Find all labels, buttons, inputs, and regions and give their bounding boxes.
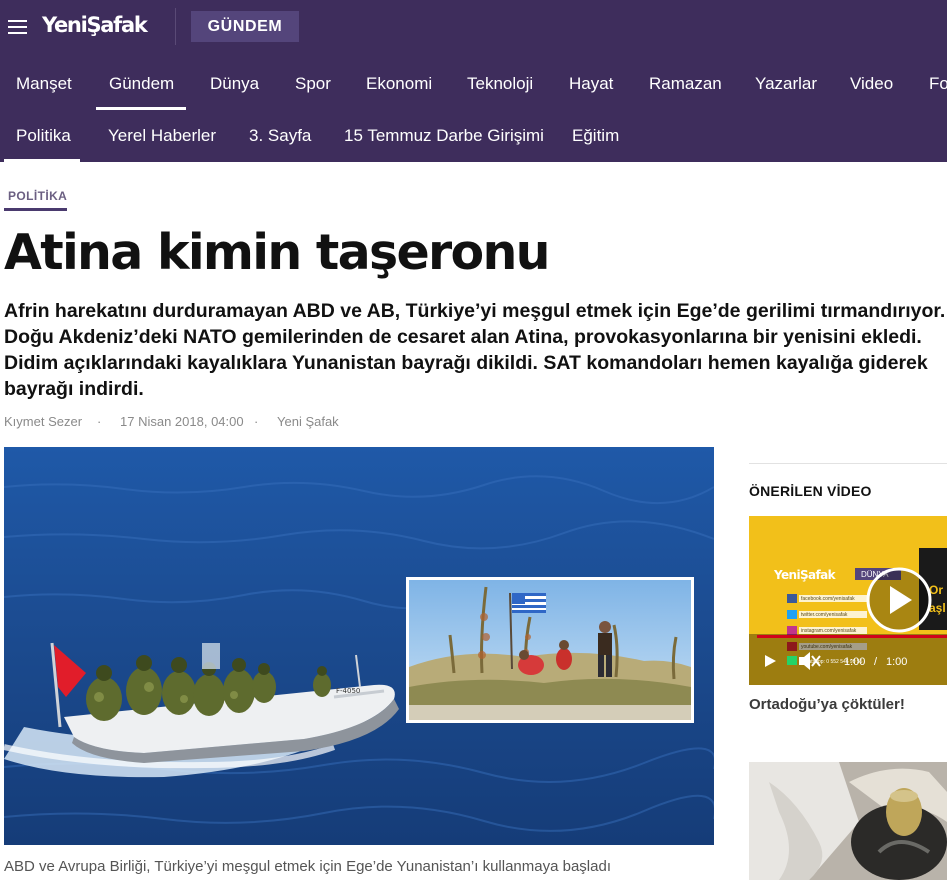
meta-separator: · — [254, 414, 259, 429]
subnav-item-15-temmuz[interactable]: 15 Temmuz Darbe Girişimi — [344, 111, 544, 161]
thumbnail-photo — [749, 762, 947, 880]
video-side-text-2: aşl — [929, 601, 946, 615]
nav-item-gundem[interactable]: Gündem — [109, 59, 174, 109]
video-thumbnail: YeniŞafak DÜNYA Or aşl facebook.com/yeni… — [749, 516, 947, 685]
play-icon[interactable] — [866, 567, 932, 633]
nav-item-teknoloji[interactable]: Teknoloji — [467, 59, 533, 109]
recommended-video-player[interactable]: YeniŞafak DÜNYA Or aşl facebook.com/yeni… — [749, 516, 947, 685]
video-time-current: 1:00 — [844, 656, 865, 668]
video-time-total: 1:00 — [886, 656, 907, 668]
article-summary: Afrin harekatını durduramayan ABD ve AB,… — [4, 300, 946, 400]
recommended-video-title[interactable]: Ortadoğu’ya çöktüler! — [749, 696, 905, 713]
boat-number: F-4050 — [336, 687, 360, 695]
video-logo: YeniŞafak — [773, 568, 837, 582]
article-source: Yeni Şafak — [277, 414, 339, 429]
nav-item-manset[interactable]: Manşet — [16, 59, 72, 109]
sidebar-heading: ÖNERİLEN VİDEO — [749, 483, 872, 499]
nav-item-foto[interactable]: Fo — [929, 59, 947, 109]
nav-item-dunya[interactable]: Dünya — [210, 59, 259, 109]
category-underline — [4, 208, 67, 211]
hamburger-menu-icon[interactable] — [8, 18, 28, 36]
article-hero-image: F-4050 — [4, 447, 714, 845]
section-badge[interactable]: GÜNDEM — [191, 11, 299, 42]
site-logo[interactable]: YeniŞafak — [42, 13, 148, 37]
nav-item-ramazan[interactable]: Ramazan — [649, 59, 722, 109]
video-side-text-1: Or — [929, 583, 943, 597]
site-header: YeniŞafak GÜNDEM Manşet Gündem Dünya Spo… — [0, 0, 947, 162]
sidebar-divider — [749, 463, 947, 464]
subnav-item-yerel-haberler[interactable]: Yerel Haberler — [108, 111, 216, 161]
active-nav-indicator — [96, 107, 186, 110]
header-divider — [175, 8, 176, 45]
video-progress-bar[interactable] — [757, 635, 947, 638]
inset-photo — [406, 577, 694, 723]
article-category[interactable]: POLİTİKA — [8, 189, 67, 203]
recommended-item-thumbnail[interactable] — [749, 762, 947, 880]
subnav-item-politika[interactable]: Politika — [16, 111, 71, 161]
image-caption: ABD ve Avrupa Birliği, Türkiye’yi meşgul… — [4, 858, 611, 875]
video-social-line: instagram.com/yenisafak — [801, 628, 857, 634]
nav-item-spor[interactable]: Spor — [295, 59, 331, 109]
article-author[interactable]: Kıymet Sezer — [4, 414, 82, 429]
nav-item-hayat[interactable]: Hayat — [569, 59, 613, 109]
active-subnav-indicator — [4, 159, 80, 162]
nav-item-yazarlar[interactable]: Yazarlar — [755, 59, 817, 109]
subnav-item-egitim[interactable]: Eğitim — [572, 111, 619, 161]
video-social-line: facebook.com/yenisafak — [801, 596, 855, 602]
meta-separator: · — [97, 414, 102, 429]
video-social-line: twitter.com/yenisafak — [801, 612, 848, 618]
subnav-item-3-sayfa[interactable]: 3. Sayfa — [249, 111, 311, 161]
article-date: 17 Nisan 2018, 04:00 — [120, 414, 244, 429]
nav-item-video[interactable]: Video — [850, 59, 893, 109]
nav-item-ekonomi[interactable]: Ekonomi — [366, 59, 432, 109]
hero-photo: F-4050 — [4, 447, 714, 845]
article-title: Atina kimin taşeronu — [4, 224, 551, 281]
